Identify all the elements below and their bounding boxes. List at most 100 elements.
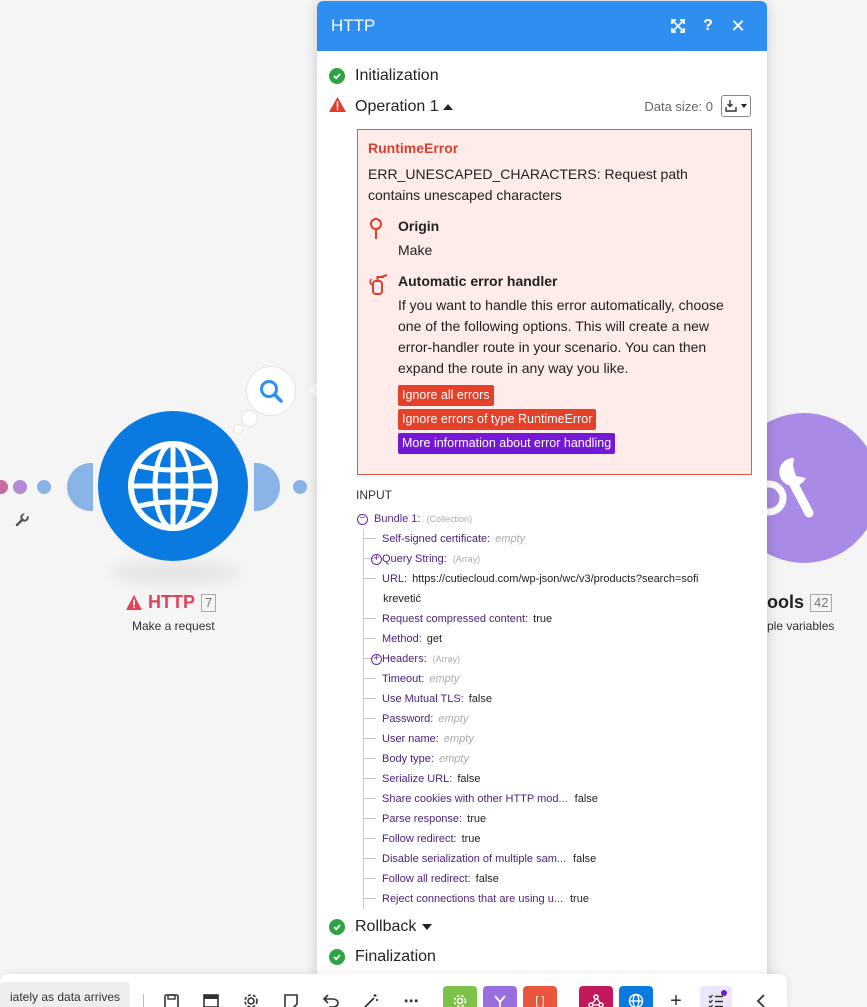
- input-field-type-tag: (Array): [452, 554, 481, 564]
- bundle-tag: (Collection): [426, 514, 472, 524]
- input-field-row: Body type: empty: [364, 749, 757, 769]
- json-tile[interactable]: [ ]: [523, 986, 557, 1007]
- input-field-key: Follow redirect:: [382, 833, 457, 845]
- collapse-icon[interactable]: −: [357, 513, 368, 525]
- http-node-input-handle[interactable]: [67, 463, 93, 511]
- section-finalization[interactable]: Finalization: [329, 948, 436, 966]
- thought-bubble-small: [233, 424, 243, 434]
- tree-connector: [364, 609, 376, 619]
- input-field-row: Share cookies with other HTTP mod... fals…: [364, 789, 757, 809]
- handler-text: If you want to handle this error automat…: [398, 297, 724, 376]
- undo-icon[interactable]: [320, 990, 342, 1007]
- input-field-value: false: [475, 873, 499, 885]
- globe-icon: [128, 441, 218, 531]
- bottom-toolbar: iately as data arrives ⋯ [ ] +: [0, 974, 787, 1007]
- panel-header: HTTP ? ✕: [317, 1, 767, 51]
- collapse-caret-icon[interactable]: [442, 104, 453, 110]
- error-title: RuntimeError: [368, 140, 459, 156]
- tree-connector: [364, 749, 376, 759]
- tree-connector: [364, 709, 376, 719]
- tree-connector: [364, 529, 376, 539]
- tools-node-title: ools 42: [767, 592, 833, 613]
- inspect-bubble[interactable]: [246, 366, 296, 416]
- add-module-icon[interactable]: +: [665, 990, 687, 1007]
- error-box: RuntimeError ERR_UNESCAPED_CHARACTERS: R…: [357, 129, 752, 475]
- handler-heading: Automatic error handler: [398, 273, 558, 289]
- input-heading: INPUT: [356, 488, 392, 502]
- input-field-key: Request compressed content:: [382, 613, 529, 625]
- section-rollback-label: Rollback: [355, 918, 417, 935]
- connection-dot: [37, 480, 51, 494]
- expand-icon[interactable]: +: [371, 553, 382, 565]
- webhook-tile[interactable]: [579, 986, 613, 1007]
- close-icon[interactable]: ✕: [723, 11, 753, 41]
- input-field-row: Password: empty: [364, 709, 757, 729]
- flow-control-tile[interactable]: [483, 986, 517, 1007]
- section-initialization-label: Initialization: [355, 67, 439, 84]
- input-field-value: false: [468, 693, 492, 705]
- input-field-value: false: [573, 853, 597, 865]
- http-node-output-handle[interactable]: [254, 463, 280, 511]
- input-field-row: + Query String: (Array): [364, 549, 757, 569]
- http-output-panel: HTTP ? ✕ Initialization Operation 1 Data…: [317, 1, 767, 986]
- input-field-key: Parse response:: [382, 813, 463, 825]
- section-initialization[interactable]: Initialization: [329, 67, 439, 85]
- section-rollback[interactable]: Rollback: [329, 918, 433, 936]
- input-field-row: Timeout: empty: [364, 669, 757, 689]
- input-field-key: Serialize URL:: [382, 773, 453, 785]
- section-operation[interactable]: Operation 1: [329, 97, 453, 117]
- download-button[interactable]: [721, 95, 751, 117]
- input-field-key: Query String:: [382, 553, 447, 565]
- http-node[interactable]: [98, 411, 248, 561]
- ignore-type-errors-button[interactable]: Ignore errors of type RuntimeError: [398, 409, 597, 430]
- tree-connector: [364, 869, 376, 879]
- help-icon[interactable]: ?: [693, 11, 723, 41]
- blueprint-icon[interactable]: [200, 990, 222, 1007]
- input-field-key: URL:: [382, 573, 408, 585]
- webhook-icon: [588, 994, 604, 1007]
- tree-connector: [364, 669, 376, 679]
- more-icon[interactable]: ⋯: [400, 990, 422, 1007]
- schedule-setting[interactable]: iately as data arrives: [0, 982, 131, 1007]
- tools-node-id: 42: [810, 593, 833, 612]
- notification-dot: [721, 990, 727, 996]
- bundle-row[interactable]: − Bundle 1: (Collection): [357, 509, 757, 529]
- input-field-value: get: [426, 633, 443, 645]
- input-field-value: empty: [438, 753, 469, 765]
- tree-connector: [364, 829, 376, 839]
- pin-icon: [368, 218, 398, 261]
- input-field-key: Self-signed certificate:: [382, 533, 491, 545]
- error-handler: Automatic error handler If you want to h…: [368, 273, 741, 379]
- expand-icon[interactable]: +: [371, 653, 382, 665]
- expand-icon[interactable]: [663, 11, 693, 41]
- more-info-button[interactable]: More information about error handling: [398, 433, 616, 454]
- wrench-icon[interactable]: [14, 512, 30, 533]
- error-origin: Origin Make: [368, 218, 741, 261]
- input-tree: − Bundle 1: (Collection) Self-signed cer…: [357, 509, 757, 909]
- notes-icon[interactable]: [280, 990, 302, 1007]
- magic-wand-icon[interactable]: [360, 990, 382, 1007]
- input-field-value: true: [533, 613, 553, 625]
- download-icon: [725, 100, 737, 112]
- check-circle-icon: [329, 919, 345, 935]
- connection-dot: [0, 480, 8, 494]
- task-list-tile[interactable]: [700, 986, 732, 1007]
- globe-icon: [628, 993, 644, 1007]
- input-field-value: empty: [495, 533, 526, 545]
- section-finalization-label: Finalization: [355, 948, 436, 965]
- section-operation-label: Operation 1: [355, 98, 439, 115]
- expand-caret-icon[interactable]: [422, 924, 433, 930]
- http-tile[interactable]: [619, 986, 653, 1007]
- input-field-value: false: [457, 773, 481, 785]
- error-handler-buttons: Ignore all errors Ignore errors of type …: [398, 385, 741, 454]
- collapse-toolbar-icon[interactable]: [750, 990, 772, 1007]
- input-field-row: Disable serialization of multiple sam...…: [364, 849, 757, 869]
- gear-icon[interactable]: [240, 990, 262, 1007]
- ignore-all-errors-button[interactable]: Ignore all errors: [398, 385, 494, 406]
- save-icon[interactable]: [160, 990, 182, 1007]
- tree-connector: [364, 789, 376, 799]
- input-field-value: false: [574, 793, 598, 805]
- tree-connector: [364, 809, 376, 819]
- chevron-down-icon: [741, 104, 747, 108]
- tools-tile[interactable]: [443, 986, 477, 1007]
